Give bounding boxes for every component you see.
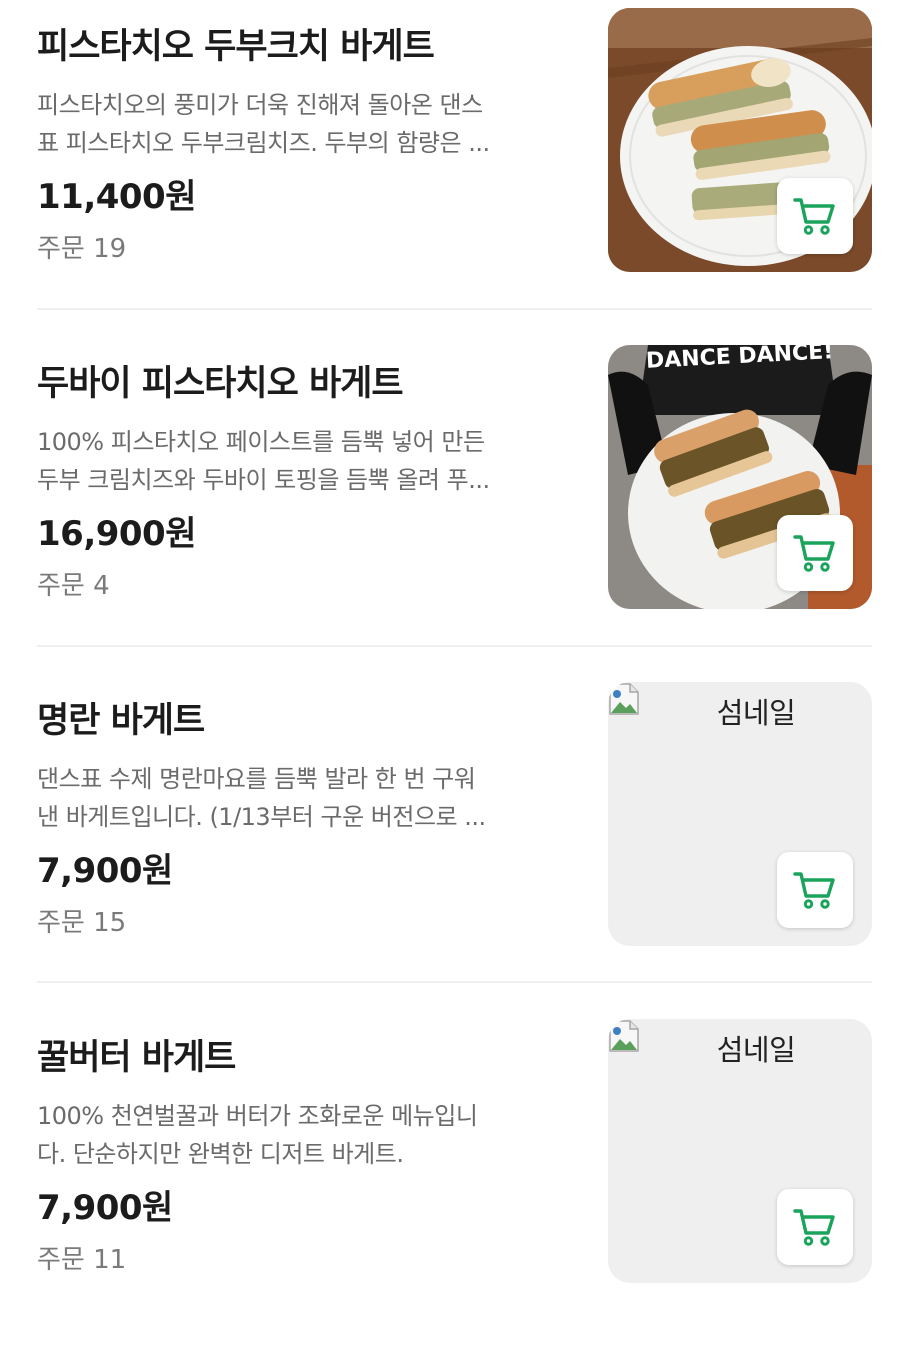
menu-item-price: 11,400원 (37, 177, 196, 217)
menu-item-thumbnail[interactable] (608, 8, 872, 272)
menu-item-honey-butter-baguette[interactable]: 꿀버터 바게트 100% 천연벌꿀과 버터가 조화로운 메뉴입니 다. 단순하지… (0, 1011, 900, 1348)
menu-item-name: 명란 바게트 (37, 701, 205, 741)
menu-item-thumbnail[interactable]: 섬네일 (608, 1019, 872, 1283)
menu-item-name: 꿀버터 바게트 (37, 1038, 236, 1078)
menu-item-order-count: 주문 19 (37, 234, 127, 264)
description-line: 표 피스타치오 두부크림치즈. 두부의 함량은 ... (37, 129, 490, 157)
menu-item-description: 100% 천연벌꿀과 버터가 조화로운 메뉴입니 다. 단순하지만 완벽한 디저… (37, 1097, 562, 1173)
menu-item-order-count: 주문 11 (37, 1245, 127, 1275)
menu-item-dubai-pistachio-baguette[interactable]: 두바이 피스타치오 바게트 100% 피스타치오 페이스트를 듬뿍 넣어 만든 … (0, 337, 900, 674)
menu-item-description: 100% 피스타치오 페이스트를 듬뿍 넣어 만든 두부 크림치즈와 두바이 토… (37, 423, 562, 499)
item-divider (37, 308, 872, 310)
menu-item-thumbnail[interactable]: DANCE DANCE! (608, 345, 872, 609)
menu-item-description: 피스타치오의 풍미가 더욱 진해져 돌아온 댄스 표 피스타치오 두부크림치즈.… (37, 86, 562, 162)
menu-list: 피스타치오 두부크치 바게트 피스타치오의 풍미가 더욱 진해져 돌아온 댄스 … (0, 0, 900, 1301)
menu-item-thumbnail[interactable]: 섬네일 (608, 682, 872, 946)
add-to-cart-button[interactable] (777, 515, 853, 591)
add-to-cart-button[interactable] (777, 178, 853, 254)
image-alt-text: 섬네일 (716, 696, 796, 730)
cart-icon (793, 535, 835, 572)
description-line: 낸 바게트입니다. (1/13부터 구운 버전으로 ... (37, 803, 486, 831)
description-line: 다. 단순하지만 완벽한 디저트 바게트. (37, 1140, 404, 1168)
menu-item-price: 7,900원 (37, 851, 173, 891)
description-line: 피스타치오의 풍미가 더욱 진해져 돌아온 댄스 (37, 91, 483, 119)
description-line: 100% 피스타치오 페이스트를 듬뿍 넣어 만든 (37, 428, 485, 456)
menu-item-name: 피스타치오 두부크치 바게트 (37, 27, 435, 67)
menu-item-pistachio-tofu-cheese-baguette[interactable]: 피스타치오 두부크치 바게트 피스타치오의 풍미가 더욱 진해져 돌아온 댄스 … (0, 0, 900, 337)
description-line: 100% 천연벌꿀과 버터가 조화로운 메뉴입니 (37, 1102, 478, 1130)
menu-item-description: 댄스표 수제 명란마요를 듬뿍 발라 한 번 구워 낸 바게트입니다. (1/1… (37, 760, 562, 836)
cart-icon (793, 1209, 835, 1246)
menu-item-order-count: 주문 15 (37, 908, 127, 938)
image-alt-text: 섬네일 (716, 1033, 796, 1067)
item-divider (37, 645, 872, 647)
description-line: 댄스표 수제 명란마요를 듬뿍 발라 한 번 구워 (37, 765, 476, 793)
cart-icon (793, 872, 835, 909)
add-to-cart-button[interactable] (777, 852, 853, 928)
description-line: 두부 크림치즈와 두바이 토핑을 듬뿍 올려 푸... (37, 466, 490, 494)
menu-item-price: 16,900원 (37, 514, 196, 554)
item-divider (37, 981, 872, 983)
menu-item-price: 7,900원 (37, 1188, 173, 1228)
add-to-cart-button[interactable] (777, 1189, 853, 1265)
cart-icon (793, 198, 835, 235)
menu-item-mentaiko-baguette[interactable]: 명란 바게트 댄스표 수제 명란마요를 듬뿍 발라 한 번 구워 낸 바게트입니… (0, 674, 900, 1011)
menu-item-order-count: 주문 4 (37, 571, 110, 601)
menu-item-name: 두바이 피스타치오 바게트 (37, 364, 404, 404)
